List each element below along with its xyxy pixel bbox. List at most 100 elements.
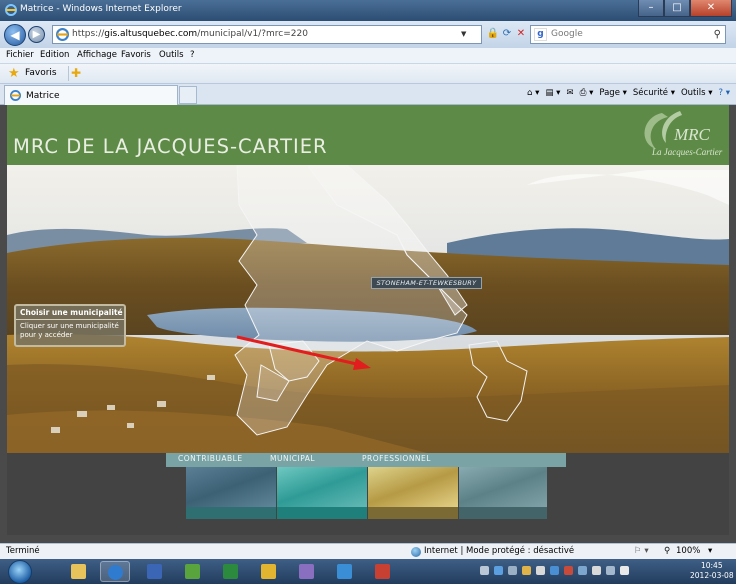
tray-icon-6[interactable] [550,566,559,575]
add-favorite-icon[interactable]: ✚ [68,66,83,81]
taskbar-word[interactable] [140,561,170,582]
tile-shelf-4 [459,507,547,519]
ie-logo-icon [5,4,17,16]
menu-item-favoris[interactable]: Favoris [121,50,151,60]
window-title: Matrice - Windows Internet Explorer [20,4,182,14]
url-field[interactable]: https://gis.altusquebec.com/municipal/v1… [52,25,482,44]
taskbar-app-yellow[interactable] [254,561,284,582]
tray-icon-10[interactable] [606,566,615,575]
search-input[interactable]: g Google ⚲ [530,25,726,44]
tray-icon-2[interactable] [494,566,503,575]
security-menu[interactable]: Sécurité ▾ [633,88,675,98]
security-zone-text[interactable]: Internet | Mode protégé : désactivé [424,546,574,556]
stop-icon[interactable]: ✕ [514,27,528,41]
menu-item-help[interactable]: ? [190,50,195,60]
mail-icon[interactable]: ✉ [566,88,573,98]
favorites-star-icon[interactable]: ★ [8,67,21,80]
tray-icon-5[interactable] [536,566,545,575]
menu-item-edition[interactable]: Edition [40,50,69,60]
volume-icon[interactable] [620,566,629,575]
google-icon: g [534,28,547,41]
tray-icon-3[interactable] [508,566,517,575]
taskbar-ie[interactable] [100,561,130,582]
taskbar-app-red[interactable] [368,561,398,582]
taskbar-app-blue[interactable] [330,561,360,582]
search-placeholder: Google [551,29,583,39]
protected-mode-icon[interactable]: ⚐ ▾ [634,546,649,556]
tile-contribuable[interactable] [186,467,276,507]
clock-time: 10:45 [700,561,723,570]
zoom-dropdown-icon[interactable]: ▾ [708,546,712,556]
logo-text: MRC [673,125,711,144]
search-icon[interactable]: ⚲ [714,26,721,43]
tools-menu[interactable]: Outils ▾ [681,88,713,98]
tab-bar: Matrice ⌂ ▾ ▤ ▾ ✉ ⎙ ▾ Page ▾ Sécurité ▾ … [0,84,736,105]
tile-label-professionnel[interactable]: PROFESSIONNEL [362,454,431,463]
page-menu[interactable]: Page ▾ [599,88,627,98]
lock-icon[interactable]: 🔒 [486,27,500,41]
tray-icon-8[interactable] [578,566,587,575]
mrc-logo: MRC La Jacques-Cartier [644,111,723,157]
refresh-icon[interactable]: ⟳ [500,27,514,41]
page-banner: MRC DE LA JACQUES-CARTIER MRC La Jacques… [7,105,729,165]
url-dropdown-icon[interactable]: ▼ [461,26,466,43]
tab-matrice[interactable]: Matrice [4,85,178,105]
zoom-icon[interactable]: ⚲ [664,546,670,556]
menu-item-fichier[interactable]: Fichier [6,50,34,60]
internet-zone-icon [411,547,421,557]
taskbar-explorer[interactable] [64,561,94,582]
tile-fourth[interactable] [459,467,547,507]
favorites-bar: ★ Favoris ✚ [0,64,736,84]
ie-window: Matrice - Windows Internet Explorer – □ … [0,0,736,584]
tile-shelf-2 [277,507,367,519]
url-text: https://gis.altusquebec.com/municipal/v1… [72,29,308,39]
back-button[interactable]: ◀ [4,24,26,46]
tray-icon-1[interactable] [480,566,489,575]
taskbar-clock[interactable]: 10:45 2012-03-08 [690,561,734,581]
taskbar-app-green[interactable] [178,561,208,582]
menu-item-affichage[interactable]: Affichage [77,50,117,60]
taskbar: 10:45 2012-03-08 [0,559,736,584]
choose-panel-heading: Choisir une municipalité [20,308,123,317]
ie-tab-icon [10,90,21,101]
choose-panel-body: Cliquer sur une municipalité pour y accé… [20,322,119,339]
page-title: MRC DE LA JACQUES-CARTIER [13,135,328,158]
home-icon[interactable]: ⌂ ▾ [527,88,539,98]
tab-label: Matrice [26,91,60,101]
tray-icon-4[interactable] [522,566,531,575]
start-button[interactable] [8,560,32,584]
window-controls: – □ ✕ [638,0,732,17]
choose-panel-divider [16,319,124,320]
zoom-level[interactable]: 100% [676,546,700,556]
tray-icon-7[interactable] [564,566,573,575]
tile-tab-bar: CONTRIBUABLE MUNICIPAL PROFESSIONNEL [166,453,566,467]
system-tray [480,566,629,575]
feeds-icon[interactable]: ▤ ▾ [545,88,560,98]
new-tab-button[interactable] [179,86,197,104]
ie-page-icon [56,28,69,41]
tile-professionnel[interactable] [368,467,458,507]
tile-label-municipal[interactable]: MUNICIPAL [270,454,315,463]
taskbar-excel[interactable] [216,561,246,582]
clock-date: 2012-03-08 [690,571,734,580]
logo-subtext: La Jacques-Cartier [651,147,723,157]
address-bar: ◀ ▶ https://gis.altusquebec.com/municipa… [0,21,736,48]
print-icon[interactable]: ⎙ ▾ [580,88,594,98]
taskbar-app-purple[interactable] [292,561,322,582]
command-bar: ⌂ ▾ ▤ ▾ ✉ ⎙ ▾ Page ▾ Sécurité ▾ Outils ▾… [527,88,730,98]
title-bar: Matrice - Windows Internet Explorer – □ … [0,0,736,21]
favorites-button[interactable]: Favoris [25,68,57,78]
tray-icon-9[interactable] [592,566,601,575]
minimize-button[interactable]: – [638,0,664,17]
page-content: MRC DE LA JACQUES-CARTIER MRC La Jacques… [0,105,736,543]
forward-button[interactable]: ▶ [28,26,45,43]
tile-label-contribuable[interactable]: CONTRIBUABLE [178,454,243,463]
status-bar: Terminé Internet | Mode protégé : désact… [0,543,736,559]
menu-item-outils[interactable]: Outils [159,50,184,60]
help-icon[interactable]: ? ▾ [719,88,730,98]
municipality-hover-label[interactable]: STONEHAM-ET-TEWKESBURY [371,277,482,289]
close-button[interactable]: ✕ [690,0,732,17]
tile-municipal[interactable] [277,467,367,507]
menu-bar: Fichier Edition Affichage Favoris Outils… [0,48,736,64]
maximize-button[interactable]: □ [664,0,690,17]
